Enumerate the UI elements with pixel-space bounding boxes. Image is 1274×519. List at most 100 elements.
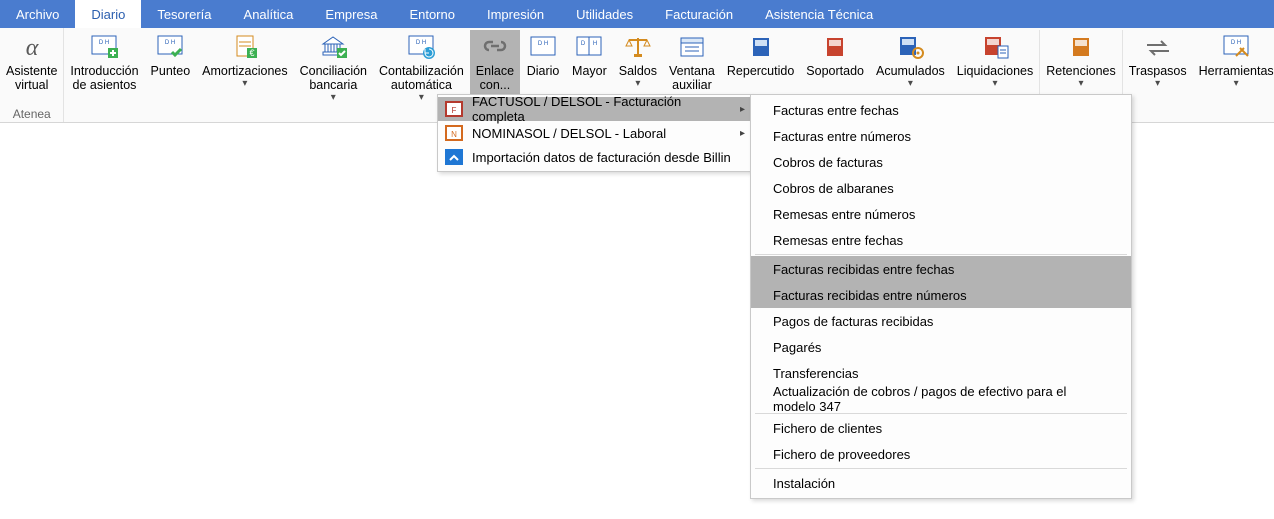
submenu-fichero-proveedores[interactable]: Fichero de proveedores xyxy=(751,441,1131,467)
amortization-icon: € xyxy=(228,32,262,62)
ledger-check-icon: D H xyxy=(153,32,187,62)
acumulados-label: Acumulados xyxy=(876,64,945,78)
introduccion-asientos-button[interactable]: D H Introducción de asientos xyxy=(64,30,144,106)
submenu-instalacion[interactable]: Instalación xyxy=(751,470,1131,496)
svg-text:D: D xyxy=(581,41,586,47)
svg-text:D H: D H xyxy=(1231,40,1241,46)
alpha-icon: α xyxy=(15,32,49,62)
book-blue-icon xyxy=(744,32,778,62)
book-red-icon xyxy=(818,32,852,62)
submenu-pagos-recibidas[interactable]: Pagos de facturas recibidas xyxy=(751,308,1131,334)
svg-text:F: F xyxy=(452,106,457,115)
tab-asistencia[interactable]: Asistencia Técnica xyxy=(749,0,889,28)
conciliacion-bancaria-button[interactable]: Conciliación bancaria ▾ xyxy=(294,30,373,106)
mayor-label: Mayor xyxy=(572,64,607,78)
svg-text:€: € xyxy=(249,48,254,58)
submenu-pagares[interactable]: Pagarés xyxy=(751,334,1131,360)
group-label-atenea: Atenea xyxy=(0,106,63,122)
chevron-right-icon: ▸ xyxy=(733,104,745,115)
conciliacion-label: Conciliación bancaria xyxy=(300,64,367,92)
asistente-virtual-button[interactable]: α Asistente virtual xyxy=(0,30,63,106)
submenu-fichero-clientes[interactable]: Fichero de clientes xyxy=(751,415,1131,441)
ledger-open-icon: DH xyxy=(572,32,606,62)
dropdown-arrow-icon: ▾ xyxy=(331,92,336,103)
contabilizacion-label: Contabilización automática xyxy=(379,64,464,92)
dropdown-arrow-icon: ▾ xyxy=(1078,78,1083,89)
herramientas-label: Herramientas xyxy=(1199,64,1274,78)
traspasos-button[interactable]: Traspasos ▾ xyxy=(1122,30,1193,106)
dropdown-arrow-icon: ▾ xyxy=(908,78,913,89)
svg-text:N: N xyxy=(451,130,457,139)
submenu-cobros-facturas[interactable]: Cobros de facturas xyxy=(751,149,1131,175)
factusol-submenu: Facturas entre fechas Facturas entre núm… xyxy=(750,94,1132,499)
submenu-remesas-fechas[interactable]: Remesas entre fechas xyxy=(751,227,1131,253)
ledger-add-icon: D H xyxy=(87,32,121,62)
book-gear-icon xyxy=(893,32,927,62)
punteo-button[interactable]: D H Punteo xyxy=(145,30,197,106)
diario-label: Diario xyxy=(527,64,560,78)
submenu-facturas-numeros[interactable]: Facturas entre números xyxy=(751,123,1131,149)
menu-item-label: NOMINASOL / DELSOL - Laboral xyxy=(472,126,733,141)
billin-icon xyxy=(444,148,464,166)
tab-impresion[interactable]: Impresión xyxy=(471,0,560,28)
svg-text:α: α xyxy=(25,35,38,61)
amortizaciones-button[interactable]: € Amortizaciones ▾ xyxy=(196,30,293,106)
menu-item-factusol[interactable]: F FACTUSOL / DELSOL - Facturación comple… xyxy=(438,97,751,121)
bank-icon xyxy=(316,32,350,62)
submenu-recibidas-numeros[interactable]: Facturas recibidas entre números xyxy=(751,282,1131,308)
transfer-icon xyxy=(1141,32,1175,62)
submenu-transferencias[interactable]: Transferencias xyxy=(751,360,1131,386)
menu-item-nominasol[interactable]: N NOMINASOL / DELSOL - Laboral ▸ xyxy=(438,121,751,145)
dropdown-arrow-icon: ▾ xyxy=(635,78,640,89)
traspasos-label: Traspasos xyxy=(1129,64,1187,78)
introduccion-label: Introducción de asientos xyxy=(70,64,138,92)
ledger-tool-icon: D H xyxy=(1219,32,1253,62)
ledger-refresh-icon: D H xyxy=(404,32,438,62)
svg-text:D H: D H xyxy=(99,40,109,46)
chevron-right-icon: ▸ xyxy=(733,128,745,139)
dropdown-arrow-icon: ▾ xyxy=(419,92,424,103)
menu-item-billin[interactable]: Importación datos de facturación desde B… xyxy=(438,145,751,169)
svg-text:H: H xyxy=(593,41,597,47)
liquidaciones-label: Liquidaciones xyxy=(957,64,1033,78)
soportado-label: Soportado xyxy=(806,64,864,78)
tab-diario[interactable]: Diario xyxy=(75,0,141,28)
amortizaciones-label: Amortizaciones xyxy=(202,64,287,78)
submenu-actualizacion[interactable]: Actualización de cobros / pagos de efect… xyxy=(751,386,1131,412)
menu-item-label: FACTUSOL / DELSOL - Facturación completa xyxy=(472,94,733,124)
enlace-con-menu: F FACTUSOL / DELSOL - Facturación comple… xyxy=(437,94,752,172)
nominasol-icon: N xyxy=(444,124,464,142)
dropdown-arrow-icon: ▾ xyxy=(1155,78,1160,89)
herramientas-button[interactable]: D H Herramientas ▾ xyxy=(1193,30,1274,106)
group-atenea: α Asistente virtual Atenea xyxy=(0,28,64,122)
book-orange-icon xyxy=(1064,32,1098,62)
dropdown-arrow-icon: ▾ xyxy=(1234,78,1239,89)
ventana-label: Ventana auxiliar xyxy=(669,64,715,92)
tab-analitica[interactable]: Analítica xyxy=(228,0,310,28)
submenu-cobros-albaranes[interactable]: Cobros de albaranes xyxy=(751,175,1131,201)
menu-separator xyxy=(755,468,1127,469)
submenu-remesas-numeros[interactable]: Remesas entre números xyxy=(751,201,1131,227)
svg-text:D H: D H xyxy=(416,40,426,46)
enlace-label: Enlace con... xyxy=(476,64,514,92)
submenu-facturas-fechas[interactable]: Facturas entre fechas xyxy=(751,97,1131,123)
balance-icon xyxy=(621,32,655,62)
tab-archivo[interactable]: Archivo xyxy=(0,0,75,28)
submenu-recibidas-fechas[interactable]: Facturas recibidas entre fechas xyxy=(751,256,1131,282)
tab-entorno[interactable]: Entorno xyxy=(393,0,471,28)
link-icon xyxy=(478,32,512,62)
menu-separator xyxy=(755,254,1127,255)
factusol-icon: F xyxy=(444,100,464,118)
tab-empresa[interactable]: Empresa xyxy=(309,0,393,28)
tab-facturacion[interactable]: Facturación xyxy=(649,0,749,28)
svg-text:D H: D H xyxy=(538,41,548,47)
ledger-icon: D H xyxy=(526,32,560,62)
tab-tesoreria[interactable]: Tesorería xyxy=(141,0,227,28)
tab-utilidades[interactable]: Utilidades xyxy=(560,0,649,28)
dropdown-arrow-icon: ▾ xyxy=(242,78,247,89)
dropdown-arrow-icon: ▾ xyxy=(992,78,997,89)
asistente-label: Asistente virtual xyxy=(6,64,57,92)
window-icon xyxy=(675,32,709,62)
punteo-label: Punteo xyxy=(151,64,191,78)
saldos-label: Saldos xyxy=(619,64,657,78)
